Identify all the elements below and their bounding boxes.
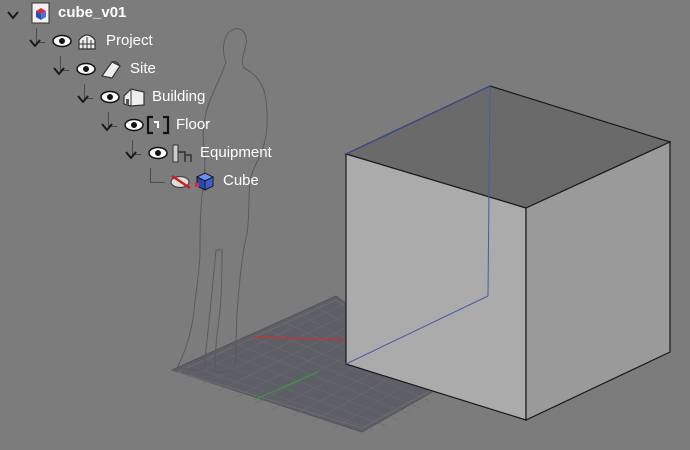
visibility-toggle-project[interactable] [52,34,72,48]
visibility-toggle-site[interactable] [76,62,96,76]
tree-item-label[interactable]: Building [152,87,205,107]
eye-icon [52,34,72,48]
project-icon [76,30,98,52]
chevron-down-icon [29,39,41,48]
floor-icon [146,114,170,136]
chevron-down-icon [77,95,89,104]
chevron-down-icon [101,123,113,132]
eye-hidden-icon [170,174,191,190]
tree-item-equipment-expander[interactable] [124,148,138,162]
tree-item-label[interactable]: Equipment [200,143,272,163]
tree-item-building-expander[interactable] [76,92,90,106]
equipment-icon [170,142,192,164]
eye-icon [76,62,96,76]
tree-item-label[interactable]: Project [106,31,153,51]
tree-item-floor-expander[interactable] [100,120,114,134]
tree-item-label[interactable]: Cube [223,171,259,191]
visibility-toggle-building[interactable] [100,90,120,104]
visibility-toggle-cube[interactable] [170,174,191,190]
eye-icon [100,90,120,104]
chevron-down-icon [125,151,137,160]
tree-item-project-expander[interactable] [28,36,42,50]
tree-root-label[interactable]: cube_v01 [58,3,126,23]
visibility-toggle-floor[interactable] [124,118,144,132]
site-icon [100,58,122,80]
tree-item-site-expander[interactable] [52,64,66,78]
tree-connector [150,168,165,183]
cube-model[interactable] [344,85,672,421]
document-icon [30,2,52,24]
cube-icon [194,170,216,192]
chevron-down-icon [7,11,19,20]
visibility-toggle-equipment[interactable] [148,146,168,160]
model-tree: cube_v01 Project Site Building Floor Equ… [0,0,340,200]
building-icon [122,86,145,108]
eye-icon [148,146,168,160]
eye-icon [124,118,144,132]
tree-item-label[interactable]: Site [130,59,156,79]
tree-item-label[interactable]: Floor [176,115,210,135]
chevron-down-icon [53,67,65,76]
tree-root-expander[interactable] [6,8,20,22]
